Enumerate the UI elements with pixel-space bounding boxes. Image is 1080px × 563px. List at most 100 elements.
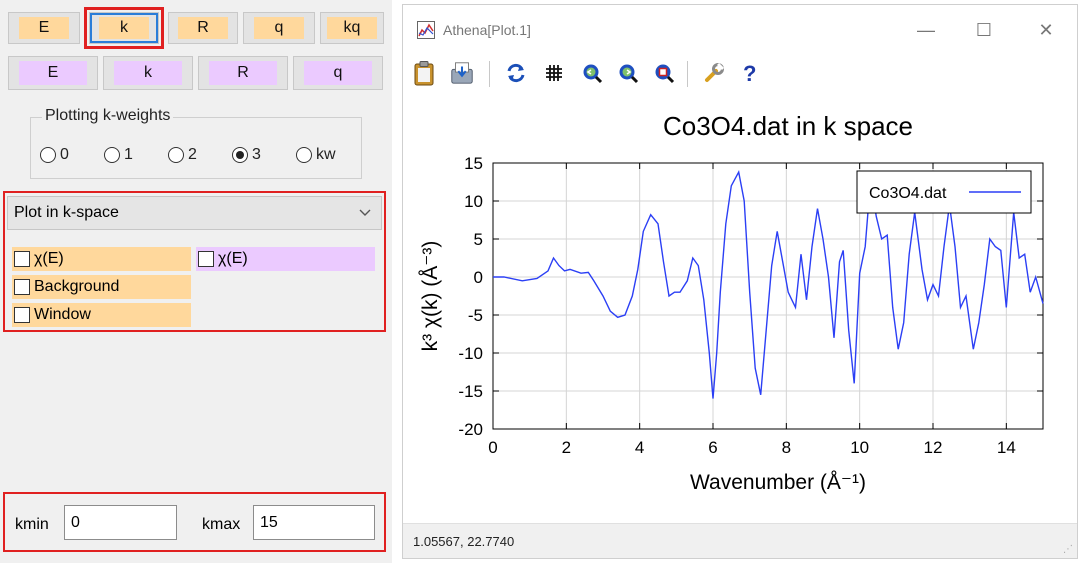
chart-title: Co3O4.dat in k space bbox=[663, 111, 913, 141]
minimize-icon: — bbox=[917, 19, 935, 40]
y-tick-label: 0 bbox=[474, 268, 483, 287]
x-tick-label: 8 bbox=[782, 438, 791, 457]
plot-buttons-row-1: E k R q kq bbox=[8, 7, 384, 49]
svg-text:?: ? bbox=[743, 61, 756, 85]
kmin-label: kmin bbox=[15, 516, 49, 533]
plot-q-marked-label: q bbox=[304, 61, 372, 85]
plot-e-marked-button[interactable]: E bbox=[8, 56, 98, 90]
chi-e-checkbox-label: χ(E) bbox=[34, 250, 64, 267]
radio-dot bbox=[296, 147, 312, 163]
kweight-radio-1[interactable]: 1 bbox=[104, 146, 133, 164]
window-checkbox[interactable]: Window bbox=[12, 303, 191, 327]
background-checkbox-label: Background bbox=[34, 278, 120, 295]
plot-q-marked-button[interactable]: q bbox=[293, 56, 383, 90]
y-axis-label: k³ χ(k) (Å⁻³) bbox=[419, 241, 442, 352]
plot-window: Athena[Plot.1] — ☐ ✕ ? Co3O4.dat in k sp… bbox=[402, 4, 1078, 559]
resize-grip-icon[interactable]: ⋰ bbox=[1063, 544, 1073, 555]
y-tick-label: 15 bbox=[464, 154, 483, 173]
radio-dot bbox=[168, 147, 184, 163]
plot-r-marked-label: R bbox=[209, 61, 277, 85]
chi-e-marked-checkbox-label: χ(E) bbox=[218, 250, 248, 267]
status-bar: 1.05567, 22.7740 ⋰ bbox=[403, 523, 1077, 558]
x-tick-label: 10 bbox=[850, 438, 869, 457]
plot-e-button[interactable]: E bbox=[8, 12, 80, 44]
plot-k-label: k bbox=[99, 17, 149, 39]
plot-area[interactable]: Co3O4.dat in k space 0 2 4 6 8 10 12 14 15 10 5 0 -5 -… bbox=[403, 95, 1077, 525]
plot-q-label: q bbox=[254, 17, 304, 39]
kweight-radio-0-label: 0 bbox=[60, 146, 69, 163]
radio-dot bbox=[40, 147, 56, 163]
radio-dot-selected bbox=[232, 147, 248, 163]
chi-e-marked-checkbox[interactable]: χ(E) bbox=[196, 247, 375, 271]
title-bar[interactable]: Athena[Plot.1] — ☐ ✕ bbox=[403, 5, 1077, 55]
athena-app-icon bbox=[417, 21, 435, 39]
kweight-radio-0[interactable]: 0 bbox=[40, 146, 69, 164]
plot-k-button[interactable]: k bbox=[84, 7, 164, 49]
legend-label: Co3O4.dat bbox=[869, 185, 947, 202]
kweight-radio-kw[interactable]: kw bbox=[296, 146, 336, 164]
y-tick-label: -20 bbox=[458, 420, 483, 439]
close-button[interactable]: ✕ bbox=[1023, 15, 1069, 45]
left-panel: E k R q kq E k R q Plotting k-weights 0 … bbox=[0, 0, 392, 563]
maximize-button[interactable]: ☐ bbox=[961, 15, 1007, 45]
y-tick-label: -10 bbox=[458, 344, 483, 363]
window-checkbox-label: Window bbox=[34, 306, 91, 323]
plot-q-button[interactable]: q bbox=[243, 12, 315, 44]
cursor-coordinates: 1.05567, 22.7740 bbox=[413, 534, 515, 549]
plot-e-label: E bbox=[19, 17, 69, 39]
plot-r-marked-button[interactable]: R bbox=[198, 56, 288, 90]
kmin-input[interactable] bbox=[64, 505, 177, 540]
chevron-down-icon bbox=[359, 204, 371, 222]
y-tick-label: 5 bbox=[474, 230, 483, 249]
y-tick-label: -15 bbox=[458, 382, 483, 401]
kweight-radio-kw-label: kw bbox=[316, 146, 336, 163]
x-tick-label: 0 bbox=[488, 438, 497, 457]
checkbox-box bbox=[198, 251, 214, 267]
plot-r-label: R bbox=[178, 17, 228, 39]
x-tick-label: 14 bbox=[997, 438, 1016, 457]
kweight-radio-2[interactable]: 2 bbox=[168, 146, 197, 164]
chi-e-checkbox[interactable]: χ(E) bbox=[12, 247, 191, 271]
save-icon[interactable] bbox=[449, 58, 475, 88]
checkbox-box bbox=[14, 251, 30, 267]
plot-space-select-value: Plot in k-space bbox=[14, 204, 119, 221]
plot-kq-button[interactable]: kq bbox=[320, 12, 384, 44]
background-checkbox[interactable]: Background bbox=[12, 275, 191, 299]
zoom-reset-icon[interactable] bbox=[651, 58, 677, 88]
x-tick-label: 2 bbox=[562, 438, 571, 457]
kmax-input[interactable] bbox=[253, 505, 375, 540]
kweight-radio-3-label: 3 bbox=[252, 146, 261, 163]
plot-k-marked-label: k bbox=[114, 61, 182, 85]
close-icon: ✕ bbox=[1038, 19, 1054, 40]
kweight-radio-3[interactable]: 3 bbox=[232, 146, 261, 164]
maximize-icon: ☐ bbox=[975, 19, 993, 40]
zoom-in-icon[interactable] bbox=[579, 58, 605, 88]
x-tick-label: 12 bbox=[924, 438, 943, 457]
configure-icon[interactable] bbox=[701, 58, 727, 88]
plot-kq-label: kq bbox=[327, 17, 377, 39]
y-tick-label: -5 bbox=[468, 306, 483, 325]
plot-toolbar: ? bbox=[403, 55, 1077, 93]
kweights-title: Plotting k-weights bbox=[42, 107, 174, 125]
grid-icon[interactable] bbox=[541, 58, 567, 88]
zoom-out-icon[interactable] bbox=[615, 58, 641, 88]
window-title: Athena[Plot.1] bbox=[443, 22, 531, 38]
kweight-radio-2-label: 2 bbox=[188, 146, 197, 163]
clipboard-icon[interactable] bbox=[411, 58, 437, 88]
help-icon[interactable]: ? bbox=[737, 58, 763, 88]
checkbox-box bbox=[14, 307, 30, 323]
plot-k-marked-button[interactable]: k bbox=[103, 56, 193, 90]
plot-e-marked-label: E bbox=[19, 61, 87, 85]
checkbox-box bbox=[14, 279, 30, 295]
toolbar-separator bbox=[687, 61, 688, 87]
y-tick-label: 10 bbox=[464, 192, 483, 211]
x-axis-label: Wavenumber (Å⁻¹) bbox=[690, 471, 866, 494]
refresh-icon[interactable] bbox=[503, 58, 529, 88]
minimize-button[interactable]: — bbox=[903, 15, 949, 45]
plot-r-button[interactable]: R bbox=[168, 12, 238, 44]
kweight-radio-1-label: 1 bbox=[124, 146, 133, 163]
x-tick-label: 4 bbox=[635, 438, 644, 457]
kmax-label: kmax bbox=[202, 516, 241, 533]
plot-space-select[interactable]: Plot in k-space bbox=[7, 196, 382, 230]
x-tick-label: 6 bbox=[708, 438, 717, 457]
